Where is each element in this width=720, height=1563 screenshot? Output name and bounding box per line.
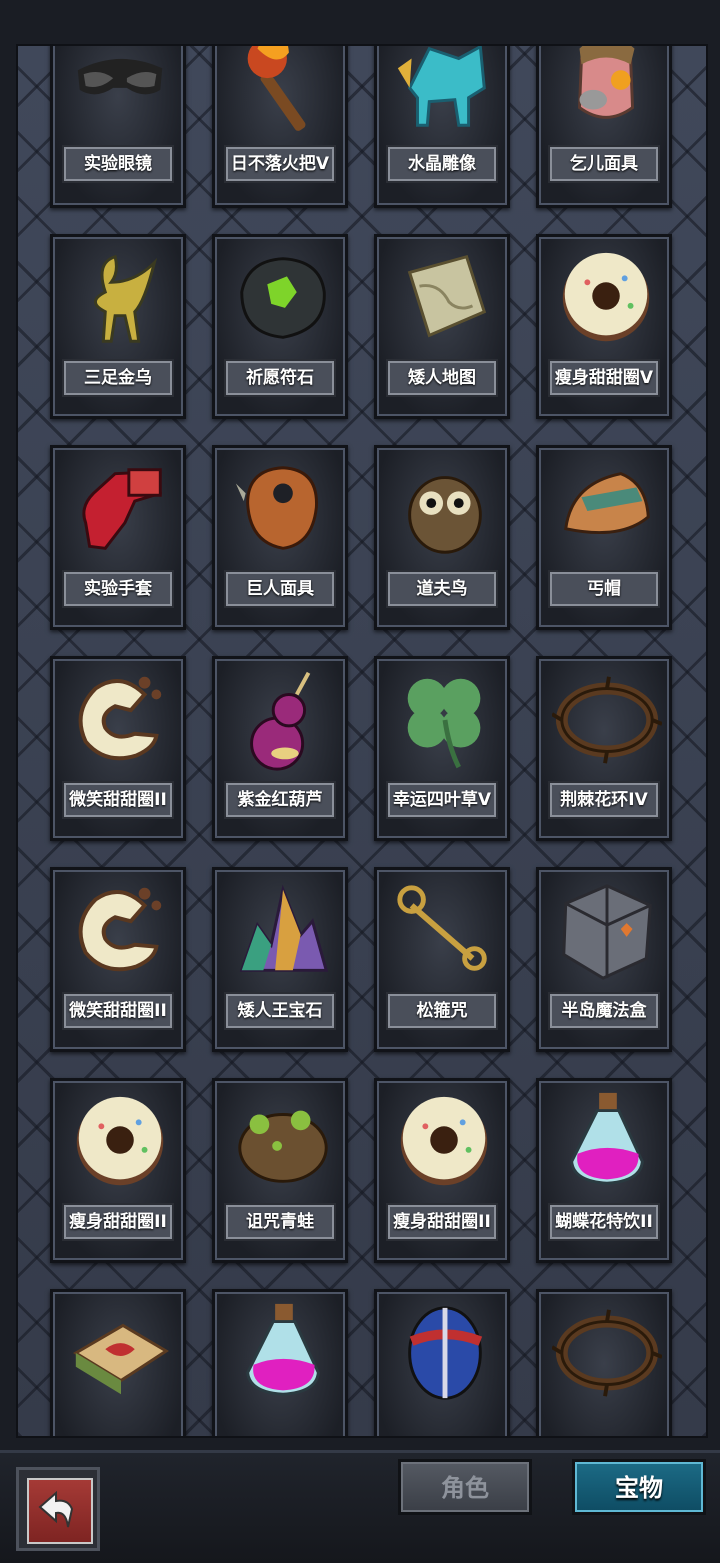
torch-icon [228,46,338,139]
staff-icon [390,876,500,986]
treasure-item-card[interactable] [374,1289,510,1436]
donut-icon [552,243,662,353]
treasure-item-card[interactable]: 水晶雕像 [374,46,510,208]
treasure-item-card[interactable]: 乞儿面具 [536,46,672,208]
treasure-item-card[interactable]: 幸运四叶草V [374,656,510,841]
treasure-item-label: 瘦身甜甜圈II [62,1203,174,1241]
tab-treasure[interactable]: 宝物 [572,1459,706,1515]
treasure-item-label: 乞儿面具 [548,145,660,183]
treasure-item-card[interactable]: 矮人王宝石 [212,867,348,1052]
beggar-hat-icon [552,454,662,564]
treasure-item-card[interactable]: 三足金乌 [50,234,186,419]
treasure-item-label: 实验手套 [62,570,174,608]
owl-icon [390,454,500,564]
treasure-item-card[interactable]: 道夫鸟 [374,445,510,630]
treasure-item-label: 实验眼镜 [62,145,174,183]
crystal-statue-icon [390,46,500,139]
giant-mask-icon [228,454,338,564]
treasure-item-label: 微笑甜甜圈II [62,781,174,819]
treasure-item-label: 矮人王宝石 [224,992,336,1030]
treasure-item-card[interactable]: 微笑甜甜圈II [50,867,186,1052]
treasure-item-card[interactable]: 实验眼镜 [50,46,186,208]
treasure-item-card[interactable]: 日不落火把V [212,46,348,208]
potion-icon [552,1087,662,1197]
beggar-mask-icon [552,46,662,139]
bitten-donut-icon [66,665,176,775]
treasure-item-label: 微笑甜甜圈II [62,992,174,1030]
four-leaf-clover-icon [390,665,500,775]
thorn-wreath-icon [552,665,662,775]
treasure-item-label: 荆棘花环IV [548,781,660,819]
treasure-item-card[interactable]: 紫金红葫芦 [212,656,348,841]
back-arrow-icon [27,1478,93,1544]
frog-icon [228,1087,338,1197]
treasure-item-card[interactable] [536,1289,672,1436]
treasure-item-label: 瘦身甜甜圈II [386,1203,498,1241]
treasure-item-label: 祈愿符石 [224,359,336,397]
treasure-item-card[interactable]: 瘦身甜甜圈II [50,1078,186,1263]
treasure-item-label: 幸运四叶草V [386,781,498,819]
donut-icon [390,1087,500,1197]
treasure-item-card[interactable] [50,1289,186,1436]
treasure-grid-panel: 实验眼镜 日不落火把V 水晶雕像 乞儿面具三足金乌 祈愿符石 矮人地图 瘦身甜甜圈V 实验手套… [16,44,708,1438]
treasure-item-card[interactable]: 诅咒青蛙 [212,1078,348,1263]
treasure-grid: 实验眼镜 日不落火把V 水晶雕像 乞儿面具三足金乌 祈愿符石 矮人地图 瘦身甜甜圈V 实验手套… [50,46,672,1436]
back-button[interactable] [16,1467,100,1551]
treasure-item-card[interactable]: 松箍咒 [374,867,510,1052]
treasure-item-label: 水晶雕像 [386,145,498,183]
treasure-item-label: 丐帽 [548,570,660,608]
treasure-item-card[interactable]: 蝴蝶花特饮II [536,1078,672,1263]
magic-box-icon [552,876,662,986]
treasure-item-label: 三足金乌 [62,359,174,397]
donut-icon [66,1087,176,1197]
gem-crystals-icon [228,876,338,986]
treasure-item-label: 半岛魔法盒 [548,992,660,1030]
treasure-item-card[interactable]: 瘦身甜甜圈II [374,1078,510,1263]
treasure-item-label: 矮人地图 [386,359,498,397]
treasure-item-card[interactable]: 半岛魔法盒 [536,867,672,1052]
treasure-item-label: 日不落火把V [224,145,336,183]
treasure-item-label: 蝴蝶花特饮II [548,1203,660,1241]
sandwich-icon [66,1298,176,1408]
sunglasses-icon [66,46,176,139]
treasure-item-card[interactable] [212,1289,348,1436]
treasure-item-label: 瘦身甜甜圈V [548,359,660,397]
treasure-item-label: 道夫鸟 [386,570,498,608]
treasure-item-label: 诅咒青蛙 [224,1203,336,1241]
treasure-item-label: 紫金红葫芦 [224,781,336,819]
treasure-item-label: 巨人面具 [224,570,336,608]
glove-icon [66,454,176,564]
treasure-item-card[interactable]: 丐帽 [536,445,672,630]
bitten-donut-icon [66,876,176,986]
thorn-wreath-icon [552,1298,662,1408]
wish-rune-stone-icon [228,243,338,353]
treasure-item-card[interactable]: 瘦身甜甜圈V [536,234,672,419]
tab-character[interactable]: 角色 [398,1459,532,1515]
egg-icon [390,1298,500,1408]
treasure-item-card[interactable]: 巨人面具 [212,445,348,630]
treasure-item-card[interactable]: 矮人地图 [374,234,510,419]
treasure-item-card[interactable]: 荆棘花环IV [536,656,672,841]
treasure-item-card[interactable]: 实验手套 [50,445,186,630]
potion-icon [228,1298,338,1408]
treasure-item-card[interactable]: 祈愿符石 [212,234,348,419]
bottom-bar: 角色 宝物 [0,1450,720,1563]
treasure-item-label: 松箍咒 [386,992,498,1030]
golden-crow-icon [66,243,176,353]
gourd-icon [228,665,338,775]
treasure-item-card[interactable]: 微笑甜甜圈II [50,656,186,841]
dwarf-map-icon [390,243,500,353]
